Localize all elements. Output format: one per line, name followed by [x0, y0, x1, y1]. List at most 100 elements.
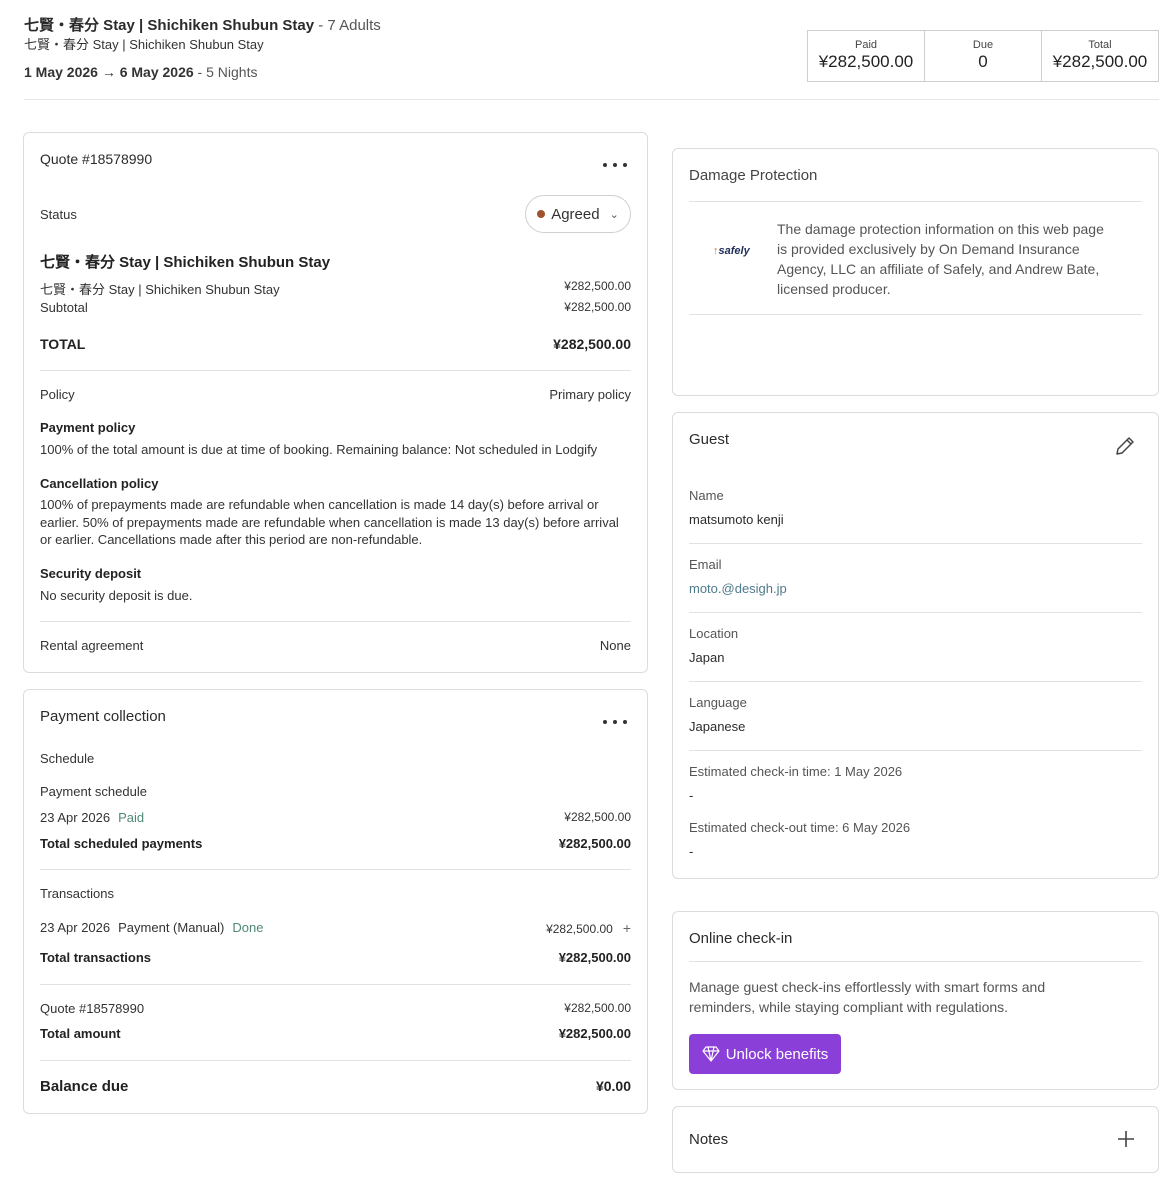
divider	[40, 984, 631, 985]
subtotal-row: Subtotal ¥282,500.00	[40, 300, 631, 315]
quote-ref-label: Quote #18578990	[40, 1001, 145, 1016]
total-row-label: TOTAL	[40, 336, 86, 352]
policy-row: Policy Primary policy	[40, 387, 631, 402]
booking-title: 七賢・春分 Stay | Shichiken Shubun Stay - 7 A…	[24, 14, 381, 35]
total-transactions-row: Total transactions ¥282,500.00	[40, 950, 631, 965]
total-cell: Total ¥282,500.00	[1042, 31, 1158, 81]
property-name-en: Stay | Shichiken Shubun Stay	[99, 17, 315, 34]
divider	[40, 370, 631, 371]
paid-cell: Paid ¥282,500.00	[808, 31, 925, 81]
divider	[40, 869, 631, 870]
nights-count: - 5 Nights	[193, 64, 258, 80]
add-note-icon[interactable]	[1116, 1129, 1136, 1149]
total-amount-label: Total amount	[40, 1026, 121, 1041]
notes-title: Notes	[689, 1131, 729, 1148]
language-value: Japanese	[689, 719, 746, 734]
email-label: Email	[689, 557, 722, 572]
total-transactions-value: ¥282,500.00	[558, 950, 631, 965]
total-scheduled-row: Total scheduled payments ¥282,500.00	[40, 836, 631, 851]
transaction-amount: ¥282,500.00	[546, 922, 613, 936]
total-transactions-label: Total transactions	[40, 950, 152, 965]
payment-more-icon[interactable]	[603, 715, 627, 729]
payment-policy-title: Payment policy	[40, 420, 136, 435]
expand-transaction-icon[interactable]: +	[623, 920, 631, 936]
booking-subtitle: 七賢・春分 Stay | Shichiken Shubun Stay	[24, 37, 264, 52]
checkout-time-value: -	[689, 844, 694, 859]
balance-due-label: Balance due	[40, 1078, 129, 1095]
schedule-date: 23 Apr 2026	[40, 810, 111, 825]
unlock-benefits-label: Unlock benefits	[725, 1045, 829, 1063]
edit-guest-icon[interactable]	[1114, 435, 1136, 457]
status-value: Agreed	[551, 205, 600, 223]
quote-ref-row: Quote #18578990 ¥282,500.00	[40, 1001, 631, 1016]
total-row: TOTAL ¥282,500.00	[40, 336, 631, 352]
payment-collection-card: Payment collection Schedule Payment sche…	[23, 689, 648, 1114]
schedule-row: 23 Apr 2026 Paid ¥282,500.00	[40, 810, 631, 825]
divider	[689, 612, 1142, 613]
online-checkin-title: Online check-in	[689, 930, 793, 947]
guest-count: - 7 Adults	[314, 17, 381, 34]
schedule-status: Paid	[118, 810, 145, 825]
date-range: 1 May 2026 → 6 May 2026	[24, 64, 194, 80]
transaction-type: Payment (Manual)	[118, 920, 225, 935]
rental-agreement-value: None	[599, 638, 631, 653]
transaction-status: Done	[232, 920, 264, 935]
subtotal-value: ¥282,500.00	[564, 300, 631, 314]
booking-dates: 1 May 2026 → 6 May 2026 - 5 Nights	[24, 64, 257, 80]
status-dropdown[interactable]: Agreed ⌄	[525, 195, 631, 233]
total-value: ¥282,500.00	[1052, 52, 1148, 71]
online-checkin-text: Manage guest check-ins effortlessly with…	[689, 979, 1046, 1015]
subtotal-label: Subtotal	[40, 300, 88, 315]
security-deposit-text: No security deposit is due.	[40, 588, 193, 603]
safely-logo-text: safely	[718, 245, 750, 257]
balance-due-row: Balance due ¥0.00	[40, 1078, 631, 1095]
email-link[interactable]: moto.@desigh.jp	[689, 581, 787, 596]
divider	[689, 961, 1142, 962]
location-value: Japan	[689, 650, 725, 665]
total-amount-row: Total amount ¥282,500.00	[40, 1026, 631, 1041]
quote-ref-value: ¥282,500.00	[564, 1001, 631, 1015]
due-label: Due	[972, 39, 994, 51]
divider	[689, 681, 1142, 682]
total-row-value: ¥282,500.00	[553, 336, 631, 352]
unlock-benefits-button[interactable]: Unlock benefits	[689, 1034, 841, 1074]
online-checkin-card: Online check-in Manage guest check-ins e…	[672, 911, 1159, 1090]
paid-value: ¥282,500.00	[818, 52, 914, 71]
line-item-label: 七賢・春分 Stay | Shichiken Shubun Stay	[40, 282, 280, 297]
payment-policy-text: 100% of the total amount is due at time …	[40, 442, 598, 457]
rental-agreement-row: Rental agreement None	[40, 638, 631, 653]
damage-protection-title: Damage Protection	[689, 167, 818, 184]
status-dot-icon	[537, 210, 546, 218]
notes-card: Notes	[672, 1106, 1159, 1173]
checkin-time-label: Estimated check-in time: 1 May 2026	[689, 764, 903, 779]
checkin-time-value: -	[689, 788, 694, 803]
safely-logo: ↑safely	[713, 245, 750, 257]
total-scheduled-value: ¥282,500.00	[558, 836, 631, 851]
property-heading: 七賢・春分 Stay | Shichiken Shubun Stay	[40, 254, 331, 271]
quote-title: Quote #18578990	[40, 151, 153, 167]
paid-label: Paid	[854, 39, 878, 51]
name-value: matsumoto kenji	[689, 512, 784, 527]
due-value: 0	[978, 52, 988, 71]
guest-title: Guest	[689, 431, 730, 448]
quote-more-icon[interactable]	[603, 158, 627, 172]
cancellation-policy-title: Cancellation policy	[40, 476, 159, 491]
language-label: Language	[689, 695, 747, 710]
policy-label: Policy	[40, 387, 75, 402]
cancellation-policy-text: 100% of prepayments made are refundable …	[40, 497, 619, 547]
guest-card: Guest Name matsumoto kenji Email moto.@d…	[672, 412, 1159, 879]
total-amount-value: ¥282,500.00	[558, 1026, 631, 1041]
transaction-date: 23 Apr 2026	[40, 920, 111, 935]
line-item-amount: ¥282,500.00	[564, 279, 631, 293]
booking-header: 七賢・春分 Stay | Shichiken Shubun Stay - 7 A…	[24, 0, 1159, 100]
schedule-label: Schedule	[40, 751, 95, 766]
quote-card: Quote #18578990 Status Agreed ⌄ 七賢・春分 St…	[23, 132, 648, 673]
rental-agreement-label: Rental agreement	[40, 638, 144, 653]
security-deposit-title: Security deposit	[40, 566, 142, 581]
policy-value: Primary policy	[549, 387, 631, 402]
totals-summary: Paid ¥282,500.00 Due 0 Total ¥282,500.00	[807, 30, 1159, 82]
divider	[689, 750, 1142, 751]
name-label: Name	[689, 488, 724, 503]
total-scheduled-label: Total scheduled payments	[40, 836, 203, 851]
divider	[689, 201, 1142, 202]
